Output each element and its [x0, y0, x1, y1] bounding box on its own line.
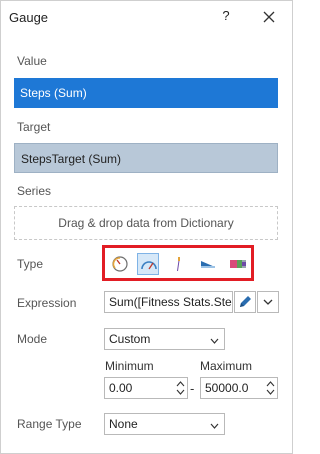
- edit-expression-button[interactable]: [234, 291, 256, 313]
- dialog-title: Gauge: [9, 10, 49, 25]
- range-type-select[interactable]: None: [104, 413, 225, 435]
- mode-select[interactable]: Custom: [104, 328, 225, 350]
- range-separator: -: [190, 381, 195, 396]
- range-type-select-value: None: [109, 417, 138, 431]
- bullet-gauge-icon[interactable]: [197, 253, 219, 275]
- gauge-type-selector: [102, 245, 254, 281]
- horizontal-bar-gauge-icon[interactable]: [227, 253, 249, 275]
- expression-dropdown-button[interactable]: [257, 291, 279, 313]
- mode-select-value: Custom: [109, 332, 151, 346]
- series-drop-zone[interactable]: Drag & drop data from Dictionary: [14, 206, 278, 240]
- minimum-input[interactable]: 0.00: [104, 377, 188, 399]
- target-field[interactable]: StepsTarget (Sum): [14, 143, 278, 173]
- expression-label: Expression: [17, 296, 77, 310]
- maximum-spinner[interactable]: [264, 378, 277, 398]
- half-circular-gauge-icon[interactable]: [137, 253, 159, 275]
- help-button[interactable]: ?: [219, 8, 233, 26]
- minimum-input-value: 0.00: [109, 381, 133, 395]
- value-label: Value: [17, 54, 47, 68]
- expression-input[interactable]: Sum([Fitness Stats.Steps]): [104, 291, 233, 313]
- series-label: Series: [17, 184, 52, 198]
- maximum-input[interactable]: 50000.0: [200, 377, 278, 399]
- mode-label: Mode: [17, 332, 48, 346]
- minimum-label: Minimum: [105, 359, 154, 373]
- linear-gauge-icon[interactable]: [167, 253, 189, 275]
- title-bar: Gauge ?: [1, 1, 292, 33]
- close-icon[interactable]: [260, 8, 278, 26]
- minimum-spinner[interactable]: [174, 378, 187, 398]
- maximum-input-value: 50000.0: [205, 381, 249, 395]
- value-field[interactable]: Steps (Sum): [14, 78, 278, 108]
- chevron-down-icon: [210, 420, 219, 429]
- maximum-label: Maximum: [200, 359, 253, 373]
- gauge-dialog: Gauge ? Value Steps (Sum) Target StepsTa…: [0, 0, 293, 454]
- target-label: Target: [17, 120, 51, 134]
- range-type-label: Range Type: [17, 417, 82, 431]
- type-label: Type: [17, 257, 44, 271]
- full-circular-gauge-icon[interactable]: [109, 253, 131, 275]
- chevron-down-icon: [210, 335, 219, 344]
